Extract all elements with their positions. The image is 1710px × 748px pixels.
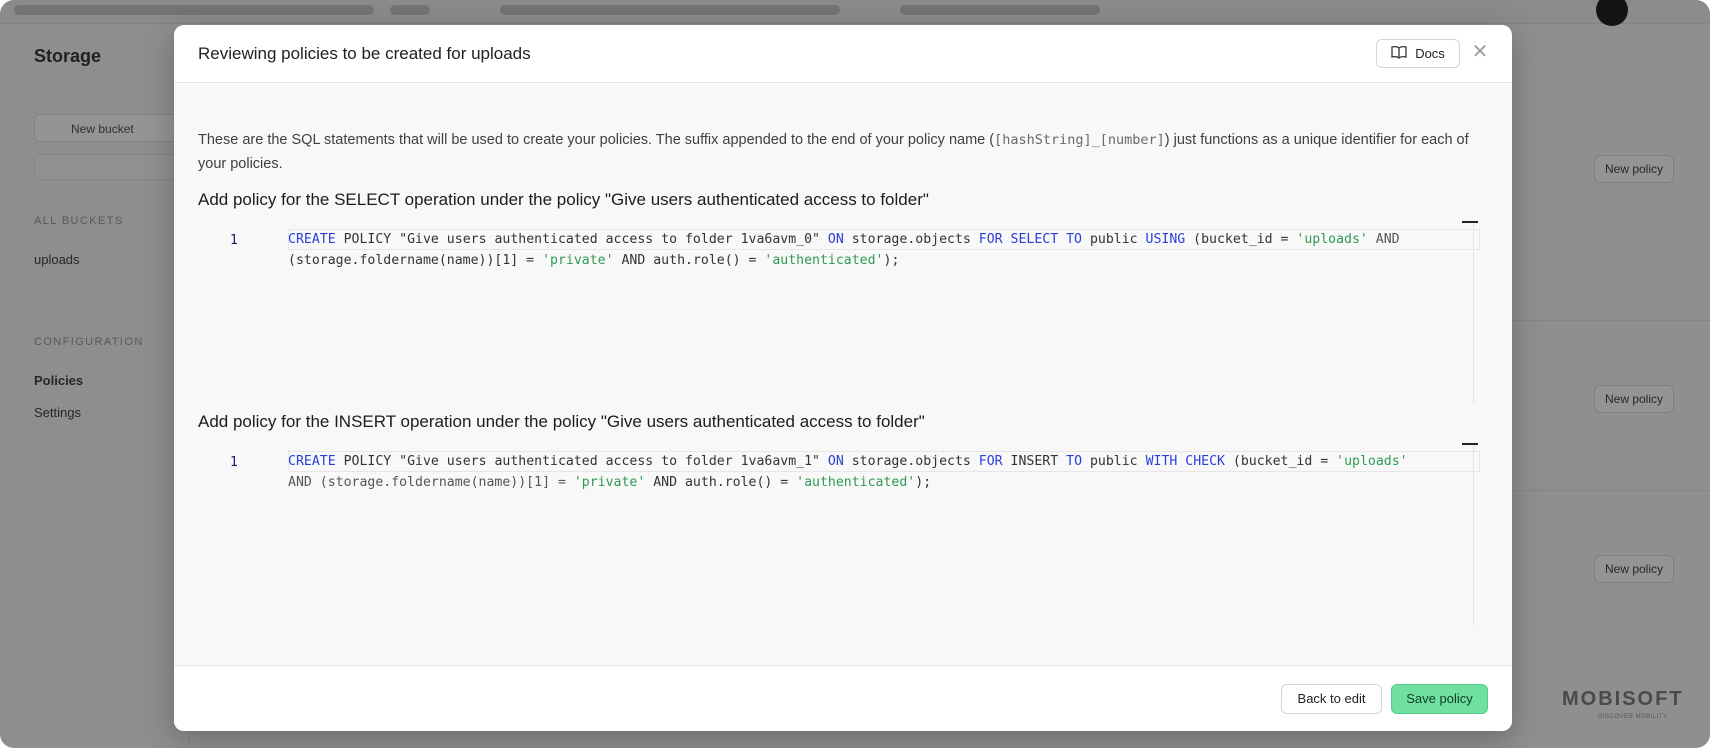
sql-token: ); [915,475,932,490]
mobisoft-logo: MOBISOFT DISCOVER MOBILITY [1562,688,1688,728]
sql-string: 'private' [542,253,614,268]
insert-section-title: Add policy for the INSERT operation unde… [198,412,925,431]
sql-token: AND auth.role() = [613,253,765,268]
sql-keyword: TO [1066,454,1083,469]
sql-token: public [1082,232,1146,247]
sql-token: INSERT [1002,454,1067,469]
select-sql-editor[interactable]: 1 CREATE POLICY "Give users authenticate… [198,221,1488,409]
sql-token: public [1082,454,1146,469]
sql-token: AND (storage.foldername(name))[1] = [288,475,574,490]
save-policy-button[interactable]: Save policy [1391,684,1488,714]
modal-footer: Back to edit Save policy [174,665,1512,731]
description-text: These are the SQL statements that will b… [198,128,1488,176]
sql-token: storage.objects [843,232,979,247]
logo-brand: MOBISOFT [1562,688,1684,710]
sql-string: 'uploads' [1296,232,1368,247]
book-icon [1391,45,1407,62]
sql-keyword: FOR SELECT TO [978,232,1082,247]
sql-string: 'private' [573,475,646,490]
vertical-scrollbar[interactable] [1473,221,1474,403]
sql-string: 'uploads' [1336,454,1408,469]
line-number: 1 [230,455,238,470]
back-to-edit-button[interactable]: Back to edit [1281,684,1382,714]
sql-token: storage.objects [843,454,979,469]
sql-token: AND auth.role() = [645,475,797,490]
scrollbar-marker [1462,443,1478,445]
description-part: These are the SQL statements that will b… [198,132,995,148]
sql-identifier: "Give users authenticated access to fold… [399,232,820,247]
sql-token: POLICY [335,232,400,247]
sql-keyword: WITH CHECK [1145,454,1225,469]
sql-string: 'authenticated' [764,253,884,268]
sql-token: ); [883,253,900,268]
policy-review-modal: Reviewing policies to be created for upl… [174,25,1512,731]
line-number: 1 [230,233,238,248]
docs-button[interactable]: Docs [1376,39,1460,68]
sql-keyword: FOR [978,454,1003,469]
modal-body: These are the SQL statements that will b… [174,84,1512,687]
sql-token: (storage.foldername(name))[1] = [288,253,543,268]
sql-identifier: "Give users authenticated access to fold… [399,454,820,469]
sql-keyword: ON [819,232,844,247]
screenshot-frame: Storage New bucket ALL BUCKETS uploads C… [0,0,1710,748]
docs-label: Docs [1415,46,1445,61]
sql-token: (bucket_id = [1224,454,1337,469]
insert-sql-editor[interactable]: 1 CREATE POLICY "Give users authenticate… [198,443,1488,631]
sql-code[interactable]: CREATE POLICY "Give users authenticated … [288,451,1468,493]
sql-keyword: ON [819,454,844,469]
sql-keyword: CREATE [288,454,336,469]
logo-tagline: DISCOVER MOBILITY [1598,714,1668,720]
scrollbar-marker [1462,221,1478,223]
select-section-title: Add policy for the SELECT operation unde… [198,190,929,209]
vertical-scrollbar[interactable] [1473,443,1474,625]
sql-string: 'authenticated' [796,475,916,490]
sql-keyword: USING [1145,232,1186,247]
sql-code[interactable]: CREATE POLICY "Give users authenticated … [288,229,1468,271]
modal-title: Reviewing policies to be created for upl… [198,44,531,63]
sql-token: AND [1367,232,1400,247]
description-code: [hashString]_[number] [994,132,1165,148]
close-icon[interactable]: ✕ [1470,42,1490,62]
sql-token: (bucket_id = [1185,232,1297,247]
sql-token: POLICY [335,454,400,469]
modal-header: Reviewing policies to be created for upl… [174,25,1512,83]
sql-keyword: CREATE [288,232,336,247]
